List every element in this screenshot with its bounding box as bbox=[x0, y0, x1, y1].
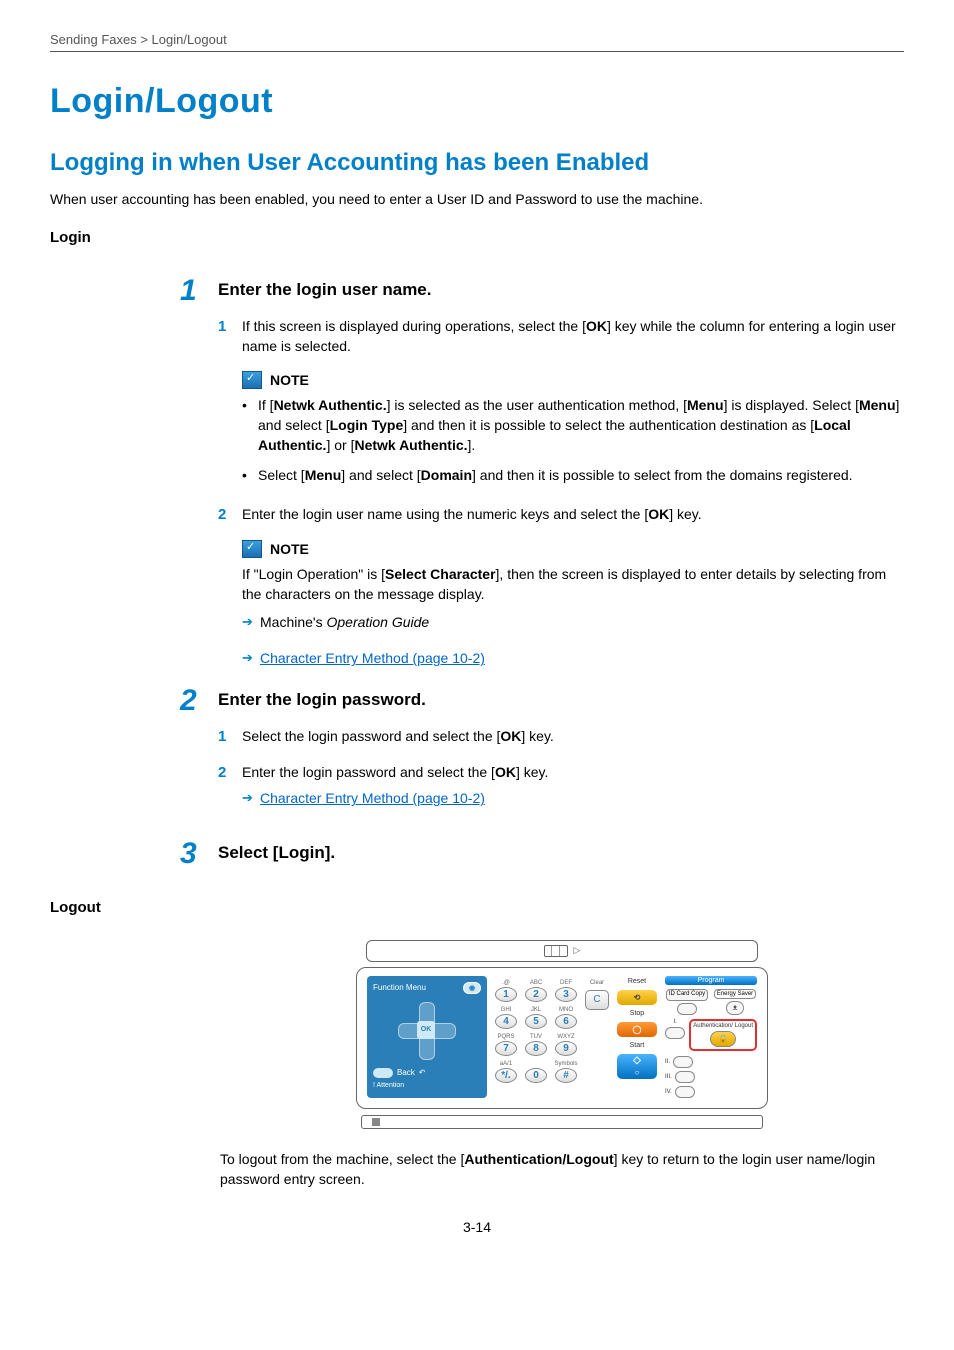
page-number: 3-14 bbox=[50, 1219, 904, 1235]
control-panel-figure: ▷ Function Menu ◉ OK Back ↶ ! A bbox=[220, 940, 904, 1129]
step-3: 3 Select [Login]. bbox=[180, 839, 904, 869]
attention-label: ! Attention bbox=[373, 1082, 481, 1089]
intro-text: When user accounting has been enabled, y… bbox=[50, 191, 904, 207]
indicator-icon bbox=[372, 1118, 380, 1126]
substep-1-2: 2 Enter the login user name using the nu… bbox=[218, 504, 904, 526]
key-star[interactable]: */. bbox=[495, 1068, 517, 1083]
arrow-icon: ➔ bbox=[242, 789, 260, 808]
step-2: 2 Enter the login password. 1 Select the… bbox=[180, 686, 904, 818]
xref-link[interactable]: Character Entry Method (page 10-2) bbox=[260, 650, 485, 666]
section-heading: Logging in when User Accounting has been… bbox=[50, 149, 904, 177]
auth-label: Authentication/ Logout bbox=[693, 1023, 753, 1029]
auth-logout-highlight: Authentication/ Logout 🔒 bbox=[689, 1019, 757, 1051]
logout-heading: Logout bbox=[50, 899, 904, 916]
key-8[interactable]: 8 bbox=[525, 1041, 547, 1056]
key-0[interactable]: 0 bbox=[525, 1068, 547, 1083]
reset-button[interactable]: ⟲ bbox=[617, 990, 657, 1005]
key-4[interactable]: 4 bbox=[495, 1014, 517, 1029]
back-button[interactable] bbox=[373, 1068, 393, 1078]
dpad[interactable]: OK bbox=[398, 1002, 456, 1060]
program-slot-3[interactable] bbox=[675, 1071, 695, 1083]
substep-1-1: 1 If this screen is displayed during ope… bbox=[218, 316, 904, 357]
usb-slot-icon bbox=[544, 945, 568, 957]
step-number: 2 bbox=[180, 686, 218, 716]
clear-label: Clear bbox=[590, 980, 604, 988]
step-title: Enter the login password. bbox=[218, 686, 426, 710]
logout-description: To logout from the machine, select the [… bbox=[220, 1149, 920, 1190]
key-1[interactable]: 1 bbox=[495, 987, 517, 1002]
step-1: 1 Enter the login user name. 1 If this s… bbox=[180, 276, 904, 666]
note-icon bbox=[242, 371, 262, 389]
start-label: Start bbox=[617, 1042, 657, 1049]
numeric-keypad: .@1 ABC2 DEF3 GHI4 JKL5 MNO6 PQRS7 TUV8 … bbox=[495, 976, 577, 1098]
step-number: 1 bbox=[180, 276, 218, 306]
note-icon bbox=[242, 540, 262, 558]
arrow-icon: ➔ bbox=[242, 613, 260, 632]
arrow-icon: ➔ bbox=[242, 650, 260, 666]
clear-button[interactable]: C bbox=[585, 990, 609, 1010]
key-hash[interactable]: # bbox=[555, 1068, 577, 1083]
reset-label: Reset bbox=[617, 978, 657, 985]
note-label: NOTE bbox=[270, 372, 309, 388]
key-7[interactable]: 7 bbox=[495, 1041, 517, 1056]
program-slot-4[interactable] bbox=[675, 1086, 695, 1098]
note-label: NOTE bbox=[270, 541, 309, 557]
login-heading: Login bbox=[50, 229, 904, 246]
lcd-screen: Function Menu ◉ OK Back ↶ ! Attention bbox=[367, 976, 487, 1098]
idcard-label: ID Card Copy bbox=[666, 989, 708, 1001]
key-2[interactable]: 2 bbox=[525, 987, 547, 1002]
eject-icon: ▷ bbox=[574, 945, 581, 956]
program-label: Program bbox=[665, 976, 757, 985]
panel-bottom-bar bbox=[361, 1115, 763, 1129]
idcard-button[interactable] bbox=[677, 1003, 697, 1015]
step-number: 3 bbox=[180, 839, 218, 869]
substep-2-2: 2 Enter the login password and select th… bbox=[218, 762, 904, 819]
note-box-1: NOTE • If [Netwk Authentic.] is selected… bbox=[242, 371, 904, 486]
panel-top-bar: ▷ bbox=[366, 940, 758, 962]
breadcrumb: Sending Faxes > Login/Logout bbox=[50, 32, 904, 52]
energy-label: Energy Saver bbox=[714, 989, 756, 999]
step-title: Select [Login]. bbox=[218, 839, 335, 863]
xref-row: ➔ Character Entry Method (page 10-2) bbox=[242, 650, 904, 666]
stop-label: Stop bbox=[617, 1010, 657, 1017]
energy-button[interactable]: ᴥ bbox=[726, 1001, 744, 1015]
program-slot-1[interactable] bbox=[665, 1027, 685, 1039]
key-5[interactable]: 5 bbox=[525, 1014, 547, 1029]
back-label: Back bbox=[397, 1068, 415, 1077]
key-9[interactable]: 9 bbox=[555, 1041, 577, 1056]
function-menu-button[interactable]: ◉ bbox=[463, 982, 481, 994]
step-title: Enter the login user name. bbox=[218, 276, 432, 300]
xref-link[interactable]: Character Entry Method (page 10-2) bbox=[260, 788, 485, 808]
program-slot-2[interactable] bbox=[673, 1056, 693, 1068]
auth-logout-button[interactable]: 🔒 bbox=[710, 1031, 736, 1047]
ok-button[interactable]: OK bbox=[417, 1021, 435, 1039]
function-menu-label: Function Menu bbox=[373, 983, 426, 992]
start-button[interactable]: ◇○ bbox=[617, 1054, 657, 1079]
note-box-2: NOTE If "Login Operation" is [Select Cha… bbox=[242, 540, 904, 633]
key-6[interactable]: 6 bbox=[555, 1014, 577, 1029]
stop-button[interactable]: ◯ bbox=[617, 1022, 657, 1037]
key-3[interactable]: 3 bbox=[555, 987, 577, 1002]
substep-2-1: 1 Select the login password and select t… bbox=[218, 726, 904, 748]
page-title: Login/Logout bbox=[50, 82, 904, 121]
